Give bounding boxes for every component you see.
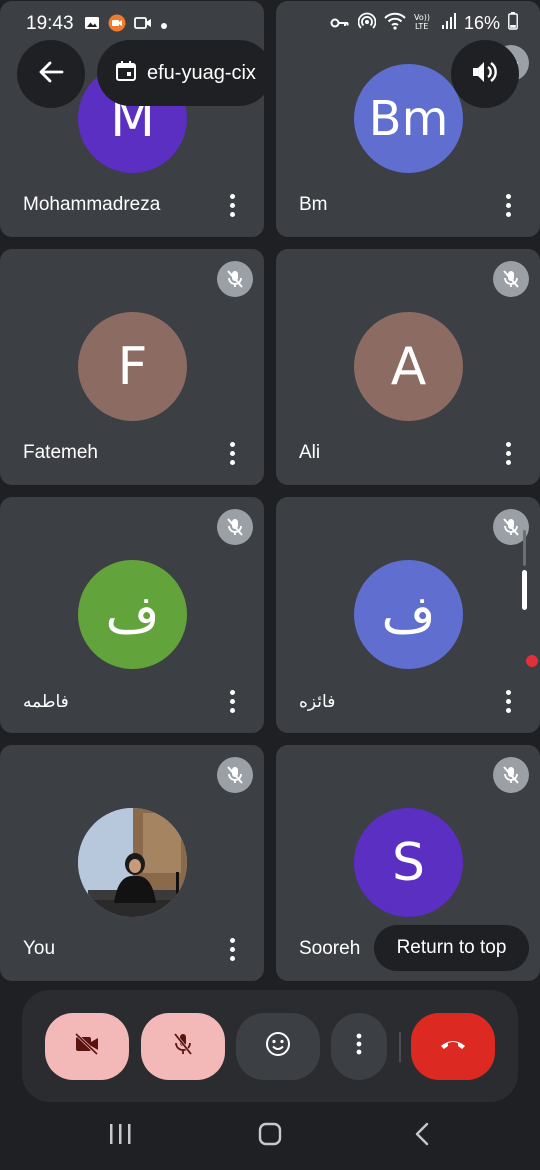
- volte-icon: Vo)) LTE: [414, 12, 434, 35]
- more-options-button[interactable]: [494, 189, 522, 221]
- mic-muted-icon: [217, 509, 253, 545]
- image-icon: [84, 15, 100, 36]
- mic-muted-icon: [217, 261, 253, 297]
- more-options-button[interactable]: [494, 685, 522, 717]
- avatar: F: [78, 312, 187, 421]
- participant-tile-self[interactable]: You: [0, 745, 264, 981]
- avatar: ف: [78, 560, 187, 669]
- call-controls-bar: [22, 990, 518, 1102]
- end-call-icon: [439, 1037, 467, 1056]
- mic-muted-icon: [493, 261, 529, 297]
- more-options-button[interactable]: [331, 1013, 387, 1080]
- audio-output-button[interactable]: [451, 40, 519, 108]
- participant-tile[interactable]: ف فاطمه: [0, 497, 264, 733]
- more-options-button[interactable]: [494, 437, 522, 469]
- avatar: S: [354, 808, 463, 917]
- video-icon: [134, 16, 152, 35]
- signal-icon: [441, 13, 456, 34]
- scroll-track: [523, 530, 526, 566]
- more-options-button[interactable]: [218, 189, 246, 221]
- dot-icon: [160, 17, 168, 35]
- calendar-icon: [115, 60, 137, 87]
- recent-apps-button[interactable]: [104, 1122, 136, 1150]
- wifi-icon: [384, 12, 406, 35]
- more-vert-icon: [356, 1033, 362, 1060]
- status-time: 19:43: [26, 13, 74, 34]
- mic-toggle-button[interactable]: [141, 1013, 225, 1080]
- speaker-icon: [471, 59, 499, 90]
- mic-muted-icon: [217, 757, 253, 793]
- more-options-button[interactable]: [218, 933, 246, 965]
- participant-name: فاطمه: [23, 692, 69, 711]
- nav-back-button[interactable]: [406, 1122, 438, 1150]
- hotspot-icon: [357, 12, 377, 35]
- return-to-top-button[interactable]: Return to top: [374, 925, 529, 971]
- participant-name: You: [23, 938, 56, 959]
- home-icon: [258, 1122, 282, 1151]
- back-arrow-icon: [38, 59, 64, 90]
- reactions-button[interactable]: [236, 1013, 320, 1080]
- screen-record-icon: [108, 14, 126, 37]
- status-bar: 19:43 Vo)) LTE 16%: [0, 0, 540, 48]
- avatar: ف: [354, 560, 463, 669]
- scroll-thumb[interactable]: [522, 570, 527, 610]
- emoji-icon: [265, 1031, 291, 1062]
- battery-percent: 16%: [463, 13, 500, 33]
- battery-icon: [508, 12, 518, 35]
- vpn-key-icon: [330, 13, 350, 34]
- participant-name: Bm: [299, 194, 328, 215]
- more-options-button[interactable]: [218, 685, 246, 717]
- meeting-info-chip[interactable]: efu-yuag-cix: [97, 40, 272, 106]
- participant-tile[interactable]: ف فائزه: [276, 497, 540, 733]
- recent-apps-icon: [107, 1123, 133, 1150]
- participant-name: Ali: [299, 442, 321, 463]
- recording-dot-icon: [526, 655, 538, 667]
- participant-tile[interactable]: A Ali: [276, 249, 540, 485]
- mic-off-icon: [172, 1032, 194, 1061]
- svg-text:LTE: LTE: [415, 22, 428, 30]
- end-call-button[interactable]: [411, 1013, 495, 1080]
- participant-name: Mohammadreza: [23, 194, 161, 215]
- back-button[interactable]: [17, 40, 85, 108]
- divider: [399, 1032, 401, 1062]
- camera-off-icon: [74, 1032, 100, 1060]
- meeting-code: efu-yuag-cix: [147, 61, 256, 84]
- more-options-button[interactable]: [218, 437, 246, 469]
- system-nav-bar: [0, 1102, 540, 1170]
- participant-name: فائزه: [299, 692, 336, 711]
- participant-tile[interactable]: F Fatemeh: [0, 249, 264, 485]
- self-video-thumbnail: [78, 808, 187, 917]
- participant-name: Fatemeh: [23, 442, 98, 463]
- avatar: Bm: [354, 64, 463, 173]
- svg-text:Vo)): Vo)): [414, 13, 430, 22]
- back-icon: [414, 1122, 430, 1151]
- mic-muted-icon: [493, 757, 529, 793]
- home-button[interactable]: [254, 1122, 286, 1150]
- participant-name: Sooreh: [299, 938, 361, 959]
- avatar: A: [354, 312, 463, 421]
- camera-toggle-button[interactable]: [45, 1013, 129, 1080]
